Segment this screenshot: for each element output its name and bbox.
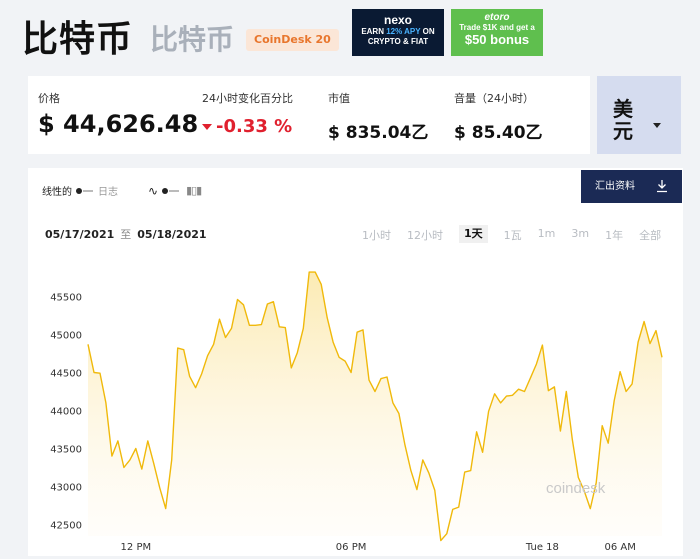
market-cap-label: 市值 (328, 92, 350, 105)
date-to[interactable]: 05/18/2021 (137, 228, 206, 241)
nexo-ad-line1: EARN 12% APY ON (361, 27, 435, 36)
range-1d[interactable]: 1天 (459, 225, 488, 243)
volume-value: $ 85.40乙 (454, 123, 543, 143)
price-stats-card: 价格 $ 44,626.48 24小时变化百分比 -0.33 % 市值 $ 83… (28, 76, 590, 154)
x-tick-label: 12 PM (121, 542, 152, 552)
chart-type-switch[interactable] (162, 187, 180, 194)
currency-label: 美元 (613, 97, 633, 143)
index-badge[interactable]: CoinDesk 20 (246, 29, 339, 51)
chevron-down-icon (653, 123, 661, 128)
date-range[interactable]: 05/17/2021 至 05/18/2021 (45, 226, 207, 242)
y-tick-label: 42500 (50, 521, 82, 532)
y-tick-label: 43000 (50, 483, 82, 494)
log-scale-label[interactable]: 日志 (98, 183, 118, 198)
page-title: 比特币 (22, 19, 134, 60)
etoro-ad-line2: $50 bonus (464, 32, 530, 47)
y-tick-label: 44000 (50, 407, 82, 418)
scale-switch[interactable] (76, 187, 94, 194)
scale-toggle[interactable]: 线性的 日志 ∿ ▮▯▮ (42, 183, 202, 199)
range-all[interactable]: 全部 (639, 227, 661, 243)
price-label: 价格 (38, 92, 60, 105)
price-value: $ 44,626.48 (38, 110, 199, 138)
range-1y[interactable]: 1年 (605, 227, 623, 243)
nexo-ad-banner[interactable]: nexo EARN 12% APY ON CRYPTO & FIAT (352, 9, 444, 56)
nexo-brand: nexo (383, 13, 412, 27)
line-chart-icon[interactable]: ∿ (148, 184, 158, 198)
change-value-wrap: -0.33 % (202, 116, 292, 137)
x-tick-label: Tue 18 (525, 542, 559, 552)
date-from[interactable]: 05/17/2021 (45, 228, 114, 241)
currency-select[interactable]: 美元 (597, 76, 681, 154)
range-12h[interactable]: 12小时 (407, 227, 443, 243)
y-tick-label: 43500 (50, 445, 82, 456)
change-label: 24小时变化百分比 (202, 92, 293, 105)
x-tick-label: 06 PM (336, 542, 367, 552)
volume-label: 音量（24小时） (454, 92, 534, 105)
time-range-tabs: 1小时 12小时 1天 1瓦 1m 3m 1年 全部 (362, 225, 677, 243)
y-tick-label: 45000 (50, 330, 82, 341)
export-data-button[interactable]: 汇出资料 (581, 170, 682, 203)
change-value: -0.33 % (216, 116, 293, 137)
x-tick-label: 06 AM (604, 542, 635, 552)
range-1h[interactable]: 1小时 (362, 227, 391, 243)
coindesk-watermark: coindesk (546, 480, 606, 497)
market-cap-value: $ 835.04乙 (328, 123, 429, 143)
price-chart[interactable]: 42500 43000 43500 44000 44500 45000 45500 12 PM… (28, 260, 683, 552)
page-header: 比特币 比特币 CoinDesk 20 nexo EARN 12% APY ON… (0, 0, 700, 72)
linear-scale-label[interactable]: 线性的 (42, 183, 72, 198)
down-arrow-icon (202, 124, 212, 130)
etoro-brand: etoro (484, 12, 510, 23)
date-separator: 至 (120, 228, 132, 241)
download-icon (657, 180, 667, 193)
candlestick-chart-icon[interactable]: ▮▯▮ (186, 184, 202, 197)
chart-panel: 线性的 日志 ∿ ▮▯▮ 汇出资料 05/17/2021 至 05/18/2021 … (28, 168, 683, 556)
y-tick-label: 45500 (50, 292, 82, 303)
range-1m[interactable]: 1m (538, 227, 556, 243)
y-tick-label: 44500 (50, 368, 82, 379)
range-3m[interactable]: 3m (571, 227, 589, 243)
range-1w[interactable]: 1瓦 (504, 227, 522, 243)
page-subtitle: 比特币 (150, 23, 235, 56)
nexo-ad-line2: CRYPTO & FIAT (367, 37, 429, 46)
etoro-ad-banner[interactable]: etoro Trade $1K and get a $50 bonus (451, 9, 543, 56)
export-label: 汇出资料 (595, 181, 635, 192)
